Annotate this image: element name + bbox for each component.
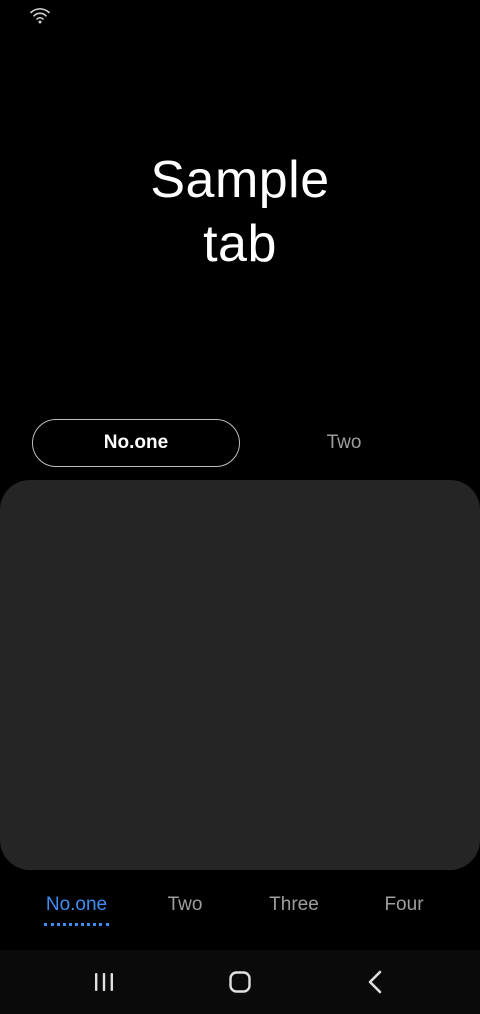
wifi-icon [30, 8, 50, 24]
page-title-line-1: Sample [150, 151, 330, 209]
home-icon[interactable] [224, 966, 256, 998]
segment-tab-label: No.one [103, 432, 169, 453]
bottom-tab-two[interactable]: Two [160, 894, 210, 926]
bottom-tab-label: Four [384, 894, 424, 915]
segment-tab-label: Two [326, 432, 362, 453]
back-icon[interactable] [360, 966, 392, 998]
segment-tab-two[interactable]: Two [240, 419, 448, 467]
recent-apps-icon[interactable] [88, 966, 120, 998]
status-bar [0, 0, 480, 34]
page-title-line-2: tab [203, 215, 277, 273]
bottom-tab-label: Two [167, 894, 203, 915]
bottom-tab-bar: No.one Two Three Four [0, 880, 480, 940]
bottom-tab-no-one[interactable]: No.one [44, 894, 109, 926]
page-title: Sample tab [0, 148, 480, 276]
bottom-tab-label: Three [269, 894, 319, 915]
bottom-tab-three[interactable]: Three [264, 894, 324, 926]
bottom-tab-label: No.one [45, 894, 108, 915]
segmented-tab-bar: No.one Two [32, 419, 448, 467]
bottom-tab-four[interactable]: Four [380, 894, 428, 926]
navigation-bar [0, 950, 480, 1014]
segment-tab-no-one[interactable]: No.one [32, 419, 240, 467]
content-card [0, 480, 480, 870]
active-tab-indicator [44, 923, 109, 926]
